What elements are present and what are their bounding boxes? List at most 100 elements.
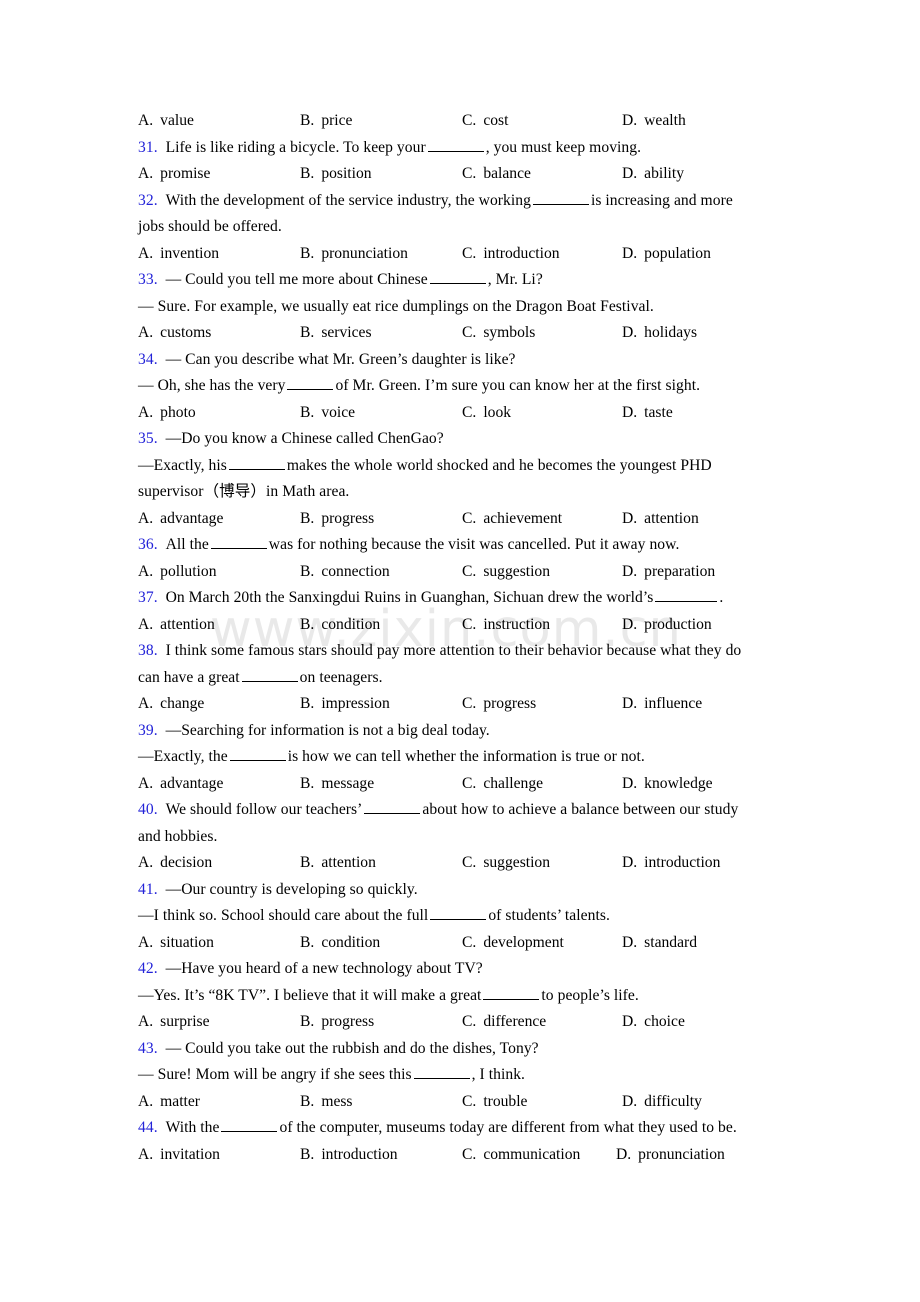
- option-d[interactable]: D. taste: [622, 400, 673, 427]
- option-label: B.: [300, 244, 315, 262]
- option-a[interactable]: A. invitation: [138, 1142, 220, 1169]
- answer-blank[interactable]: [532, 191, 589, 205]
- stem-text: On March 20th the Sanxingdui Ruins in Gu…: [165, 589, 654, 606]
- option-b[interactable]: B. message: [300, 771, 374, 798]
- option-b[interactable]: B. progress: [300, 506, 374, 533]
- option-c[interactable]: C. look: [462, 400, 511, 427]
- option-d[interactable]: D. knowledge: [622, 771, 713, 798]
- answer-blank[interactable]: [430, 906, 487, 920]
- option-text: introduction: [483, 244, 560, 262]
- answer-blank[interactable]: [221, 1118, 278, 1132]
- option-a[interactable]: A. advantage: [138, 506, 223, 533]
- option-a[interactable]: A. advantage: [138, 771, 223, 798]
- option-b[interactable]: B. services: [300, 320, 372, 347]
- option-label: A.: [138, 854, 154, 871]
- option-text: trouble: [483, 1092, 528, 1110]
- option-label: B.: [300, 615, 315, 633]
- option-d[interactable]: D. pronunciation: [616, 1142, 725, 1169]
- option-d[interactable]: D. influence: [622, 691, 702, 718]
- option-b[interactable]: B. price: [300, 108, 352, 135]
- option-a[interactable]: A. customs: [138, 320, 211, 347]
- option-a[interactable]: A. matter: [138, 1089, 200, 1116]
- option-a[interactable]: A. invention: [138, 241, 219, 268]
- option-d[interactable]: D. wealth: [622, 108, 686, 135]
- answer-blank[interactable]: [427, 138, 484, 152]
- option-d[interactable]: D. population: [622, 241, 711, 268]
- option-b[interactable]: B. introduction: [300, 1142, 398, 1169]
- option-text: pollution: [160, 562, 217, 580]
- option-b[interactable]: B. impression: [300, 691, 390, 718]
- option-a[interactable]: A. promise: [138, 161, 210, 188]
- option-a[interactable]: A. pollution: [138, 559, 217, 586]
- option-a[interactable]: A. decision: [138, 850, 212, 877]
- option-text: attention: [160, 615, 215, 633]
- option-d[interactable]: D. preparation: [622, 559, 715, 586]
- option-a[interactable]: A. photo: [138, 400, 196, 427]
- option-c[interactable]: C. introduction: [462, 241, 560, 268]
- option-label: A.: [138, 244, 154, 262]
- question-34-line-1: 34. — Can you describe what Mr. Green’s …: [138, 347, 778, 374]
- option-d[interactable]: D. standard: [622, 930, 697, 957]
- option-d[interactable]: D. holidays: [622, 320, 697, 347]
- option-b[interactable]: B. connection: [300, 559, 390, 586]
- option-c[interactable]: C. communication: [462, 1142, 580, 1169]
- answer-blank[interactable]: [413, 1065, 470, 1079]
- answer-blank[interactable]: [229, 747, 286, 761]
- option-label: D.: [622, 854, 638, 871]
- option-c[interactable]: C. achievement: [462, 506, 562, 533]
- option-label: C.: [462, 1092, 477, 1110]
- option-row-37: A. attention B. condition C. instruction D. pro…: [138, 612, 778, 639]
- answer-blank[interactable]: [429, 270, 486, 284]
- option-c[interactable]: C. cost: [462, 108, 508, 135]
- option-a[interactable]: A. attention: [138, 612, 215, 639]
- answer-blank[interactable]: [287, 376, 334, 390]
- stem-text: jobs should be offered.: [138, 218, 282, 235]
- option-d[interactable]: D. ability: [622, 161, 684, 188]
- option-text: suggestion: [483, 562, 551, 580]
- option-c[interactable]: C. instruction: [462, 612, 550, 639]
- question-38-line-2: can have a great on teenagers.: [138, 665, 778, 692]
- option-c[interactable]: C. difference: [462, 1009, 546, 1036]
- option-c[interactable]: C. balance: [462, 161, 531, 188]
- option-b[interactable]: B. attention: [300, 850, 376, 877]
- option-a[interactable]: A. surprise: [138, 1009, 210, 1036]
- answer-blank[interactable]: [241, 668, 298, 682]
- answer-blank[interactable]: [364, 800, 421, 814]
- option-c[interactable]: C. suggestion: [462, 559, 550, 586]
- option-d[interactable]: D. introduction: [622, 850, 720, 877]
- option-c[interactable]: C. trouble: [462, 1089, 527, 1116]
- answer-blank[interactable]: [228, 456, 285, 470]
- option-d[interactable]: D. production: [622, 612, 712, 639]
- option-text: look: [483, 403, 512, 421]
- option-label: C.: [462, 509, 477, 527]
- option-a[interactable]: A. value: [138, 108, 194, 135]
- option-c[interactable]: C. symbols: [462, 320, 535, 347]
- option-c[interactable]: C. suggestion: [462, 850, 550, 877]
- option-label: C.: [462, 1013, 477, 1030]
- option-b[interactable]: B. condition: [300, 612, 380, 639]
- option-a[interactable]: A. situation: [138, 930, 214, 957]
- answer-blank[interactable]: [655, 588, 718, 602]
- option-text: suggestion: [483, 854, 551, 871]
- answer-blank[interactable]: [483, 986, 540, 1000]
- option-b[interactable]: B. position: [300, 161, 372, 188]
- option-b[interactable]: B. pronunciation: [300, 241, 408, 268]
- option-d[interactable]: D. attention: [622, 506, 699, 533]
- option-a[interactable]: A. change: [138, 691, 204, 718]
- option-b[interactable]: B. progress: [300, 1009, 374, 1036]
- option-c[interactable]: C. challenge: [462, 771, 543, 798]
- option-c[interactable]: C. development: [462, 930, 564, 957]
- option-b[interactable]: B. voice: [300, 400, 355, 427]
- option-text: advantage: [160, 509, 224, 527]
- option-c[interactable]: C. progress: [462, 691, 536, 718]
- stem-text: — Oh, she has the very: [138, 377, 286, 394]
- question-33-line-1: 33. — Could you tell me more about Chine…: [138, 267, 778, 294]
- option-label: D.: [622, 112, 638, 129]
- option-label: A.: [138, 933, 154, 951]
- question-37-line-1: 37. On March 20th the Sanxingdui Ruins i…: [138, 585, 778, 612]
- option-b[interactable]: B. condition: [300, 930, 380, 957]
- option-d[interactable]: D. choice: [622, 1009, 685, 1036]
- option-d[interactable]: D. difficulty: [622, 1089, 702, 1116]
- option-b[interactable]: B. mess: [300, 1089, 353, 1116]
- answer-blank[interactable]: [210, 535, 267, 549]
